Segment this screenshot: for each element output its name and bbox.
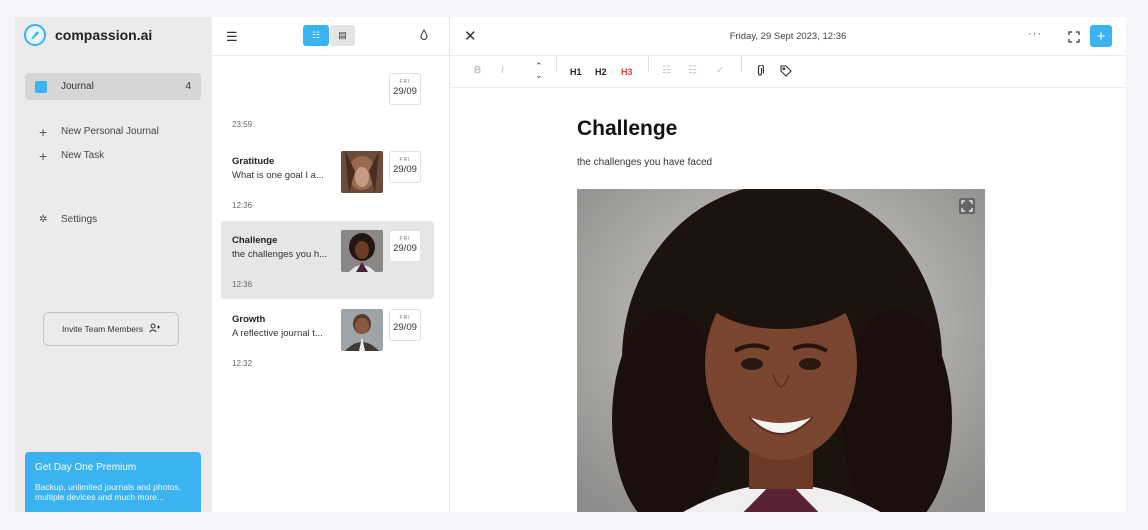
date-badge: FRI 29/09 [389,309,421,341]
compass-logo-icon [24,24,46,46]
entry-title: Challenge [232,235,278,246]
h3-button[interactable]: H3 [621,67,633,77]
divider [741,56,742,72]
list-item-gratitude[interactable]: Gratitude What is one goal I a... FRI 29… [221,142,434,220]
more-options-icon[interactable]: ··· [1028,28,1042,40]
date-badge: FRI 29/09 [389,151,421,183]
list-toolbar: ☰ ☷ ▤ [212,17,449,56]
tag-icon[interactable] [780,65,792,80]
entry-thumbnail [341,230,383,272]
brand-name: compassion.ai [55,27,153,43]
plus-icon: + [39,147,48,164]
settings-label: Settings [61,214,98,225]
date-weekday: FRI [399,315,411,321]
sidebar: compassion.ai Journal 4 + New Personal J… [15,17,212,512]
brand: compassion.ai [24,24,152,46]
divider [648,56,649,72]
date-day: 29/09 [393,164,417,175]
journal-count: 4 [185,81,191,92]
journal-color-icon [35,80,47,93]
entry-time: 23:59 [232,120,253,129]
new-task-link[interactable]: + New Task [39,147,105,164]
entry-photo[interactable] [577,189,985,512]
gear-icon: ✲ [39,213,48,225]
drop-icon[interactable] [420,29,428,43]
entry-time: 12:36 [232,280,253,289]
premium-banner[interactable]: Get Day One Premium Backup, unlimited jo… [25,452,201,512]
editor-panel: ✕ Friday, 29 Sept 2023, 12:36 ··· + B I … [450,17,1126,512]
h1-button[interactable]: H1 [570,67,582,77]
entry-preview: the challenges you h... [232,249,328,260]
list-icon: ☷ [311,30,321,40]
entry-thumbnail [341,309,383,351]
list-view-button[interactable]: ☷ [303,25,329,46]
sidebar-item-journal[interactable]: Journal 4 [25,73,201,100]
menu-icon[interactable]: ☰ [226,29,238,45]
date-day: 29/09 [393,243,417,254]
add-user-icon [149,323,161,335]
new-task-label: New Task [61,150,105,161]
entry-title: Growth [232,314,266,325]
calendar-view-button[interactable]: ▤ [330,25,355,46]
date-weekday: FRI [399,236,411,242]
italic-button[interactable]: I [501,65,504,76]
entry-thumbnail [341,151,383,193]
editor-header: ✕ Friday, 29 Sept 2023, 12:36 ··· + [450,17,1126,56]
expand-image-icon[interactable] [959,198,975,214]
date-badge: FRI 29/09 [389,73,421,105]
entry-body-text[interactable]: the challenges you have faced [577,157,712,168]
calendar-icon: ▤ [338,30,347,40]
entry-title[interactable]: Challenge [577,117,677,141]
invite-label: Invite Team Members [61,324,144,334]
list-item-growth[interactable]: Growth A reflective journal t... FRI 29/… [221,300,434,378]
numbered-list-icon[interactable]: ☷ [688,65,697,76]
settings-link[interactable]: ✲ Settings [39,214,97,225]
h2-button[interactable]: H2 [595,67,607,77]
attachment-icon[interactable] [756,64,765,80]
entry-title: Gratitude [232,156,275,167]
portrait-image [577,189,985,512]
date-day: 29/09 [393,322,417,333]
sidebar-item-label: Journal [61,81,94,92]
entry-time: 12:36 [232,201,253,210]
premium-description: Backup, unlimited journals and photos, m… [35,482,182,502]
bold-button[interactable]: B [474,65,481,76]
new-personal-journal-label: New Personal Journal [61,126,159,137]
entry-preview: What is one goal I a... [232,170,324,181]
entry-time: 12:32 [232,359,253,368]
entry-list-panel: ☰ ☷ ▤ FRI 29/09 23:59 Gratitude What is … [212,17,450,512]
bullet-list-icon[interactable]: ☷ [662,65,671,76]
divider [556,56,557,72]
list-item-challenge[interactable]: Challenge the challenges you h... FRI 29… [221,221,434,299]
checklist-icon[interactable]: ✓ [716,65,724,76]
format-toolbar: B I ⌃ ⌄ H1 H2 H3 ☷ ☷ ✓ [450,56,1126,88]
date-day: 29/09 [393,86,417,97]
add-entry-button[interactable]: + [1090,25,1112,47]
date-weekday: FRI [399,79,411,85]
app-window: compassion.ai Journal 4 + New Personal J… [15,17,1126,512]
plus-icon: + [1096,27,1106,45]
invite-team-members-button[interactable]: Invite Team Members [43,312,179,346]
plus-icon: + [39,123,48,140]
entry-preview: A reflective journal t... [232,328,323,339]
fullscreen-icon[interactable] [1068,30,1080,43]
premium-title: Get Day One Premium [35,462,137,473]
text-size-icon[interactable]: ⌃ ⌄ [535,62,543,80]
new-personal-journal-link[interactable]: + New Personal Journal [39,123,159,140]
date-badge: FRI 29/09 [389,230,421,262]
date-weekday: FRI [399,157,411,163]
entry-datetime: Friday, 29 Sept 2023, 12:36 [729,31,847,42]
